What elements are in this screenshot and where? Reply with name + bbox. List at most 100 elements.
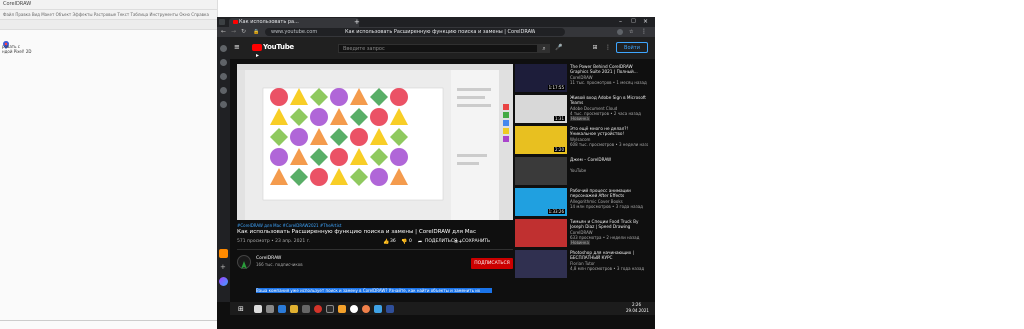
page-title: Как использовать Расширенную функцию пои… (345, 29, 535, 35)
maximize-icon[interactable]: □ (631, 18, 636, 24)
pattern-shape (310, 168, 328, 186)
background-app-line-2: ндой Pixel! 2D (2, 49, 32, 54)
recommendation-duration: 1:33:26 (547, 209, 565, 214)
share-button[interactable]: ПОДЕЛИТЬСЯ (425, 239, 457, 244)
app-icon[interactable] (338, 305, 346, 313)
close-icon[interactable]: × (643, 18, 648, 25)
sidebar-add-icon[interactable]: + (220, 263, 226, 271)
pattern-shape (370, 108, 388, 126)
recommendation-thumbnail[interactable]: 1:33:26 (515, 188, 567, 216)
microphone-icon[interactable]: 🎤 (555, 45, 562, 51)
opera-icon[interactable] (314, 305, 322, 313)
pattern-shape (350, 128, 368, 146)
sidebar-history-icon[interactable] (220, 73, 227, 80)
recommendation-title[interactable]: Живой вход Adobe Sign в Microsoft Teams (570, 95, 648, 105)
recommendation-badge: Новинка (570, 116, 590, 121)
background-app-menu: Файл Правка Вид Макет Объект Эффекты Рас… (0, 10, 217, 20)
clock-time[interactable]: 2:26 (632, 302, 641, 307)
subscribe-button[interactable]: ПОДПИСАТЬСЯ (471, 258, 513, 269)
coreldraw-taskbar-icon[interactable] (326, 305, 334, 313)
share-icon[interactable]: ➦ (418, 239, 422, 245)
task-view-icon[interactable] (266, 305, 274, 313)
pattern-shape (390, 148, 408, 166)
youtube-logo-icon[interactable] (252, 44, 262, 57)
profile-icon[interactable] (617, 29, 623, 35)
sidebar-app-icon[interactable] (219, 249, 228, 258)
background-app-window: CorelDRAW Файл Правка Вид Макет Объект Э… (0, 0, 218, 329)
recommendation-thumbnail[interactable] (515, 219, 567, 247)
store-icon[interactable] (302, 305, 310, 313)
subscribe-label: ПОДПИСАТЬСЯ (474, 261, 510, 266)
alice-assistant-icon[interactable] (219, 277, 228, 286)
recommendation-duration: 1:31 (554, 116, 565, 121)
hamburger-icon[interactable]: ≡ (234, 44, 240, 51)
recommendation-title[interactable]: The Power Behind CorelDRAW Graphics Suit… (570, 64, 648, 74)
recommendation-title[interactable]: Photoshop для начинающих | БЕСПЛАТНЫЙ КУ… (570, 250, 648, 260)
like-icon[interactable]: 👍 (383, 239, 389, 245)
video-hashtags[interactable]: #CorelDRAW для Mac #CorelDRAW2021 #TheAr… (237, 223, 341, 228)
sidebar-downloads-icon[interactable] (220, 101, 227, 108)
apps-icon[interactable]: ⊞ (592, 45, 598, 51)
recommendation-title[interactable]: Тимьян и Специи Food Truck By Joseph Dia… (570, 219, 648, 229)
minimize-icon[interactable]: – (619, 18, 622, 25)
recommendation-item[interactable]: 1:17:55 The Power Behind CorelDRAW Graphi… (515, 64, 647, 94)
dislike-icon[interactable]: 👎 (401, 239, 407, 245)
recommendation-thumbnail[interactable]: 1:31 (515, 95, 567, 123)
subscriber-count: 166 тыс. подписчиков (256, 262, 303, 267)
youtube-logo-text[interactable]: YouTube (263, 43, 294, 51)
back-icon[interactable]: ← (221, 28, 226, 35)
forward-icon[interactable]: → (231, 28, 236, 35)
divider (237, 249, 513, 250)
recommendation-thumbnail[interactable]: 2:20 (515, 126, 567, 154)
chrome-icon[interactable] (350, 305, 358, 313)
video-player[interactable] (237, 64, 513, 220)
recommendation-item[interactable]: Джем – CorelDRAW YouTube (515, 157, 647, 187)
pattern-shape (290, 128, 308, 146)
recommendation-title[interactable]: Это ещё много не делал?! Уникальное устр… (570, 126, 648, 136)
divider (0, 320, 217, 321)
recommendation-thumbnail[interactable] (515, 250, 567, 278)
more-menu-icon[interactable]: ⋮ (641, 28, 647, 35)
pattern-shape (330, 88, 348, 106)
search-button[interactable]: ⌕ (538, 44, 550, 53)
browser-app-icon[interactable] (362, 305, 370, 313)
settings-icon[interactable]: ⋮ (605, 45, 611, 51)
menu-icon[interactable] (219, 19, 225, 25)
sign-in-button[interactable]: Войти (616, 42, 648, 53)
recommendation-title[interactable]: Рабочий процесс анимации персонажей Afte… (570, 188, 648, 198)
edge-icon[interactable] (278, 305, 286, 313)
address-bar-row: ← → ↻ 🔒 www.youtube.com Как использовать… (217, 27, 655, 37)
recommendation-item[interactable]: Photoshop для начинающих | БЕСПЛАТНЫЙ КУ… (515, 250, 647, 280)
tab-active[interactable]: Как использовать ра... (229, 18, 359, 27)
new-tab-icon[interactable]: + (354, 18, 360, 26)
reload-icon[interactable]: ↻ (241, 28, 246, 35)
map-pin-icon (3, 34, 9, 49)
steam-icon[interactable] (386, 305, 394, 313)
recommendation-meta: 4,8 млн просмотров • 3 года назад (570, 266, 645, 271)
recommendation-item[interactable]: Тимьян и Специи Food Truck By Joseph Dia… (515, 219, 647, 249)
recommendation-channel[interactable]: YouTube (570, 168, 648, 173)
recommendation-title[interactable]: Джем – CorelDRAW (570, 157, 648, 167)
sidebar-bookmarks-icon[interactable] (220, 87, 227, 94)
recommendation-thumbnail[interactable]: 1:17:55 (515, 64, 567, 92)
channel-name[interactable]: CorelDRAW (256, 256, 281, 261)
sidebar-messenger-icon[interactable] (220, 59, 227, 66)
recommendation-duration: 2:20 (554, 147, 565, 152)
search-input[interactable]: Введите запрос (338, 44, 538, 53)
recommendation-meta: 11 тыс. просмотров • 1 месяц назад (570, 80, 647, 85)
sidebar-home-icon[interactable] (220, 45, 227, 52)
save-button[interactable]: СОХРАНИТЬ (462, 239, 490, 244)
recommendation-item[interactable]: 2:20 Это ещё много не делал?! Уникальное … (515, 126, 648, 156)
bookmark-icon[interactable]: ☆ (629, 29, 633, 35)
windows-start-icon[interactable]: ⊞ (238, 305, 244, 313)
tab-title: Как использовать ра... (239, 19, 299, 25)
recommendation-item[interactable]: 1:31 Живой вход Adobe Sign в Microsoft Te… (515, 95, 647, 125)
search-icon[interactable] (254, 305, 262, 313)
channel-avatar[interactable] (237, 255, 251, 269)
recommendation-item[interactable]: 1:33:26 Рабочий процесс анимации персонаж… (515, 188, 647, 218)
clock-date[interactable]: 29.04.2021 (626, 308, 649, 313)
telegram-icon[interactable] (374, 305, 382, 313)
recommendation-thumbnail[interactable] (515, 157, 567, 185)
file-explorer-icon[interactable] (290, 305, 298, 313)
pattern-shape (270, 148, 288, 166)
